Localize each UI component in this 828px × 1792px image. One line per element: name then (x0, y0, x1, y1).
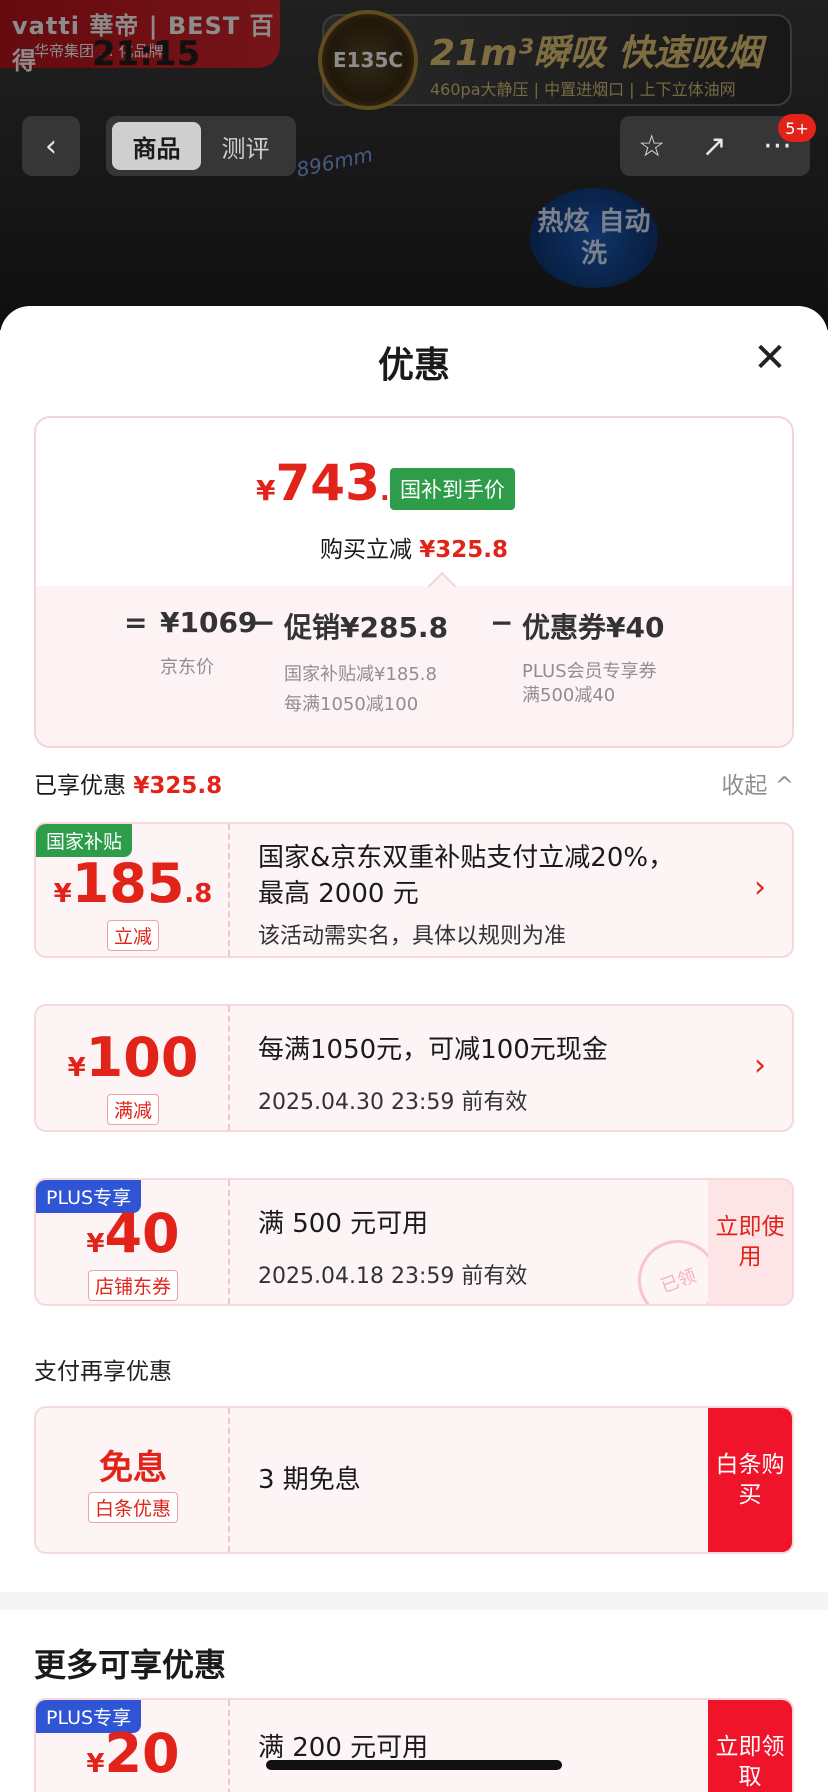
kind-label: 白条优惠 (87, 1492, 178, 1523)
cut-label: 购买立减 (319, 537, 412, 563)
price-symbol: ¥ (256, 474, 276, 507)
baitiao-buy-button[interactable]: 白条购买 (708, 1408, 792, 1552)
promo-value: 促销¥285.8 (284, 611, 449, 644)
coupon-national-subsidy[interactable]: 国家补贴 ¥185.8 立减 国家&京东双重补贴支付立减20%， 最高 2000… (34, 822, 794, 958)
final-price: ¥743.2 (256, 454, 408, 512)
chevron-right-icon: › (754, 1048, 766, 1083)
coupon-kind: 满减 (36, 1094, 230, 1125)
claim-now-button[interactable]: 立即领取 (708, 1700, 792, 1792)
chevron-up-icon: ^ (774, 773, 794, 799)
collapse-button[interactable]: 收起 ^ (721, 766, 794, 800)
tab-product[interactable]: 商品 (112, 122, 201, 170)
coupon-validity: 2025.04.18 23:59 前有效 (258, 1264, 528, 1289)
price-int: 743 (275, 454, 380, 512)
status-time: 21:15 (92, 34, 201, 74)
base-label: 京东价 (160, 657, 214, 678)
interest-free-title: 免息 (99, 1448, 167, 1488)
section-divider (0, 1592, 828, 1610)
coupon-kind: 白条优惠 (36, 1492, 230, 1523)
promo-note-1: 国家补贴减¥185.8 (284, 664, 437, 685)
equals-sign: = (124, 606, 148, 639)
collapse-label: 收起 (721, 773, 768, 799)
more-discounts-title: 更多可享优惠 (34, 1646, 227, 1684)
amount-int: 100 (85, 1026, 199, 1089)
home-indicator[interactable] (266, 1760, 562, 1770)
coupon-amount: ¥100 (36, 1026, 230, 1089)
coupon-validity: 2025.04.30 23:59 前有效 (258, 1090, 528, 1115)
enjoyed-discount-row: 已享优惠 ¥325.8 收起 ^ (34, 766, 794, 802)
discount-sheet: 优惠 ✕ ¥743.2 国补到手价 购买立减 ¥325.8 = ¥1069 京东… (0, 306, 828, 1792)
coupon-desc: 3 期免息 (258, 1465, 361, 1495)
pay-section-label: 支付再享优惠 (34, 1359, 172, 1385)
promo-notes: 国家补贴减¥185.8 每满1050减100 (284, 660, 448, 720)
minus-sign-2: − (490, 606, 514, 639)
star-icon[interactable]: ☆ (638, 129, 665, 164)
minus-sign-1: − (252, 606, 276, 639)
calc-promo: 促销¥285.8 国家补贴减¥185.8 每满1050减100 (284, 606, 448, 720)
coupon-notes: PLUS会员专享券 满500减40 (522, 660, 664, 708)
enjoyed-amount: ¥325.8 (133, 773, 223, 799)
coupon-desc-line1: 国家&京东双重补贴支付立减20%， (258, 843, 675, 873)
coupon-interest-free: 免息 白条优惠 3 期免息 白条购买 (34, 1406, 794, 1554)
close-button[interactable]: ✕ (748, 335, 792, 381)
promo-note-2: 每满1050减100 (284, 694, 419, 715)
amount-int: 20 (104, 1722, 180, 1785)
coupon-plus: PLUS专享 ¥40 店铺东券 满 500 元可用 2025.04.18 23:… (34, 1178, 794, 1306)
coupon-desc: 国家&京东双重补贴支付立减20%， 最高 2000 元 (258, 840, 674, 912)
coupon-amount: ¥20 (36, 1722, 230, 1785)
coupon-note-1: PLUS会员专享券 (522, 661, 657, 682)
tab-review[interactable]: 测评 (201, 122, 290, 170)
kind-label: 立减 (106, 920, 159, 951)
coupon-amount: ¥185.8 (36, 852, 230, 915)
coupon-value: 优惠券¥40 (522, 611, 665, 644)
coupon-desc: 满 500 元可用 (258, 1209, 429, 1239)
share-icon[interactable]: ↗ (702, 129, 727, 164)
nav-tabs: 商品 测评 (106, 116, 296, 176)
enjoyed-label: 已享优惠 (34, 773, 126, 799)
amount-int: 185 (71, 852, 185, 915)
coupon-desc-line1b: 最高 2000 元 (258, 879, 419, 909)
chevron-right-icon: › (754, 870, 766, 905)
amount-symbol: ¥ (67, 1053, 86, 1083)
calc-coupon: 优惠券¥40 PLUS会员专享券 满500减40 (522, 606, 664, 708)
base-value: ¥1069 (160, 606, 258, 639)
coupon-plus-more: PLUS专享 ¥20 满 200 元可用 立即领取 (34, 1698, 794, 1792)
price-summary-card: ¥743.2 国补到手价 购买立减 ¥325.8 = ¥1069 京东价 − 促… (34, 416, 794, 748)
kind-label: 店铺东券 (87, 1270, 178, 1301)
cut-line: 购买立减 ¥325.8 (36, 530, 792, 564)
cut-amount: ¥325.8 (419, 537, 509, 563)
coupon-amount: ¥40 (36, 1202, 230, 1265)
kind-label: 满减 (106, 1094, 159, 1125)
amount-dec: .8 (184, 879, 213, 909)
sheet-title: 优惠 (377, 345, 450, 386)
calc-base: ¥1069 京东价 (160, 606, 257, 683)
coupon-kind: 立减 (36, 920, 230, 951)
close-icon: ✕ (753, 335, 787, 381)
price-tag: 国补到手价 (390, 468, 515, 510)
coupon-kind: 店铺东券 (36, 1270, 230, 1301)
amount-symbol: ¥ (53, 879, 72, 909)
coupon-full-reduction[interactable]: ¥100 满减 每满1050元，可减100元现金 2025.04.30 23:5… (34, 1004, 794, 1132)
coupon-note: 该活动需实名，具体以规则为准 (258, 924, 567, 949)
amount-int: 40 (104, 1202, 180, 1265)
coupon-desc: 每满1050元，可减100元现金 (258, 1035, 608, 1065)
coupon-note-2: 满500减40 (522, 685, 616, 706)
message-count-badge: 5+ (778, 114, 816, 142)
amount-symbol: ¥ (86, 1749, 105, 1779)
back-button[interactable]: ‹ (22, 116, 80, 176)
back-icon: ‹ (45, 128, 57, 164)
use-now-button[interactable]: 立即使用 (708, 1180, 792, 1304)
amount-symbol: ¥ (86, 1229, 105, 1259)
